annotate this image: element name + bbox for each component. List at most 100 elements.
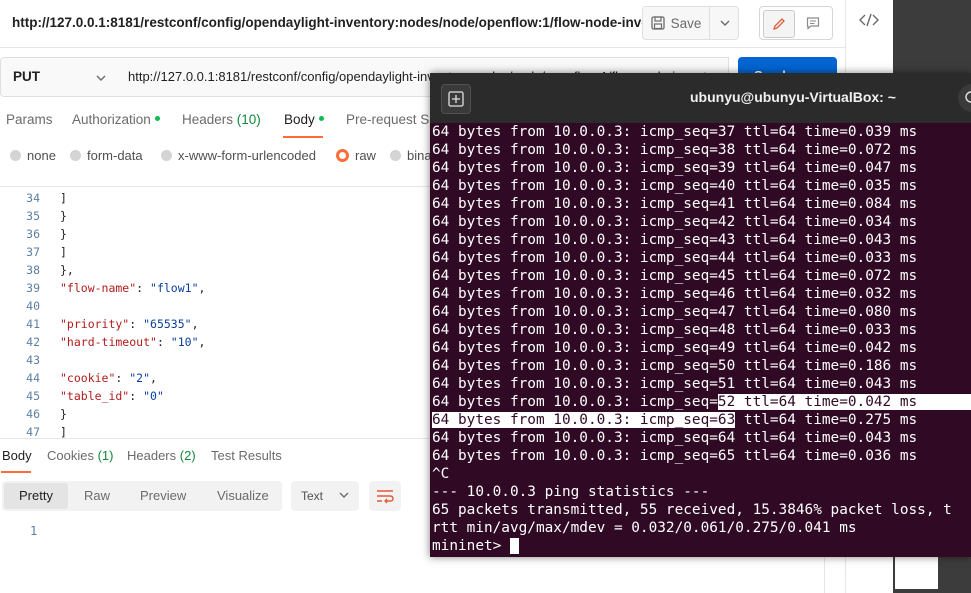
response-format-select[interactable]: Text [291,481,359,511]
json-separator: : [156,335,171,349]
request-title[interactable]: http://127.0.0.1:8181/restconf/config/op… [12,15,660,30]
body-type-binary[interactable]: bina [390,148,432,163]
response-tab-body[interactable]: Body [2,448,32,463]
code-icon [859,13,879,27]
terminal-search-button[interactable] [958,84,971,112]
new-tab-button[interactable] [441,84,471,114]
status-dot [318,115,324,121]
chevron-down-icon [96,69,106,84]
terminal-line: 64 bytes from 10.0.0.3: icmp_seq=50 ttl=… [432,358,918,374]
tab-body-label: Body [284,112,315,127]
code-snippet-button[interactable] [859,12,883,34]
terminal-line: ^C [432,466,450,482]
code-line: ] [60,191,67,205]
body-type-none[interactable]: none [10,148,56,163]
terminal-line: 64 bytes from 10.0.0.3: icmp_seq=37 ttl=… [432,124,918,140]
chevron-down-icon [339,487,349,501]
line-number: 35 [26,209,40,223]
pencil-icon [772,18,785,31]
radio-icon [161,150,172,161]
comment-icon [806,17,820,30]
terminal-titlebar[interactable]: ubunyu@ubunyu-VirtualBox: ~ [430,73,971,123]
view-mode-toggle [759,6,833,40]
tab-headers-label: Headers [182,112,234,127]
body-type-label: x-www-form-urlencoded [178,148,316,163]
search-icon [965,91,971,103]
view-raw-button[interactable]: Raw [84,488,110,503]
line-number: 47 [26,425,40,439]
terminal-line: 64 bytes from 10.0.0.3: icmp_seq=42 ttl=… [432,214,918,230]
selected-text: 52 ttl=64 time=0.042 ms [717,394,971,410]
json-key: "table_id" [60,389,130,403]
response-tab-test-results[interactable]: Test Results [211,448,282,463]
code-line: } [60,209,67,223]
response-tab-headers[interactable]: Headers (2) [127,448,196,463]
wrap-lines-button[interactable] [369,481,401,511]
tab-authorization-label: Authorization [72,112,151,127]
terminal-line: 64 bytes from 10.0.0.3: icmp_seq=65 ttl=… [432,448,918,464]
terminal-line: 64 bytes from 10.0.0.3: icmp_seq=49 ttl=… [432,340,918,356]
chevron-down-icon [720,20,729,26]
response-tab-cookies[interactable]: Cookies (1) [47,448,113,463]
json-key: "flow-name" [60,281,137,295]
save-button[interactable]: Save [643,7,709,39]
body-type-label: bina [407,148,432,163]
tab-body[interactable]: Body [284,112,324,127]
radio-icon [390,150,401,161]
method-value: PUT [13,69,40,84]
terminal-window[interactable]: ubunyu@ubunyu-VirtualBox: ~ 64 bytes fro… [430,73,971,557]
json-separator: : [136,281,151,295]
json-value: "0" [143,389,164,403]
code-line: ] [60,245,67,259]
body-type-label: raw [355,148,376,163]
line-number: 41 [26,317,40,331]
terminal-line: 64 bytes from 10.0.0.3: icmp_seq=48 ttl=… [432,322,918,338]
terminal-cursor [509,538,519,554]
terminal-line: 64 bytes from 10.0.0.3: icmp_seq=52 ttl=… [432,393,971,411]
line-number: 39 [26,281,40,295]
wrap-lines-icon [377,490,394,504]
comments-button[interactable] [798,10,828,36]
code-line: } [60,227,67,241]
method-select[interactable]: PUT [0,57,118,97]
view-pretty-button[interactable]: Pretty [4,483,68,509]
code-line: ] [60,425,67,439]
body-type-urlencoded[interactable]: x-www-form-urlencoded [161,148,316,163]
terminal-text: ttl=64 time=0.275 ms [735,412,918,428]
response-tab-cookies-count: (1) [97,448,114,463]
terminal-prompt: mininet> [432,538,510,554]
tab-params[interactable]: Params [6,112,53,127]
view-preview-button[interactable]: Preview [140,488,186,503]
tab-prerequest-script[interactable]: Pre-request Sc [346,112,436,127]
body-type-form-data[interactable]: form-data [70,148,143,163]
terminal-text: 64 bytes from 10.0.0.3: icmp_seq= [432,394,718,410]
terminal-line: mininet> [432,537,519,555]
response-view-modes: Pretty Raw Preview Visualize [2,481,282,511]
code-line: "cookie": "2", [60,371,157,385]
edit-mode-button[interactable] [763,10,795,38]
terminal-line: 64 bytes from 10.0.0.3: icmp_seq=43 ttl=… [432,232,918,248]
code-line: } [60,407,67,421]
json-separator: : [129,317,144,331]
json-value: "flow1" [150,281,199,295]
terminal-line: 64 bytes from 10.0.0.3: icmp_seq=40 ttl=… [432,178,918,194]
floppy-disk-icon [650,16,665,30]
code-line: "flow-name": "flow1", [60,281,205,295]
tab-authorization[interactable]: Authorization [72,112,160,127]
body-type-raw[interactable]: raw [336,148,376,163]
tab-headers-count: (10) [236,112,261,127]
response-tab-headers-label: Headers [127,448,177,463]
save-label: Save [670,15,702,31]
terminal-output[interactable]: 64 bytes from 10.0.0.3: icmp_seq=37 ttl=… [432,123,971,555]
tab-params-label: Params [6,112,53,127]
line-number: 38 [26,263,40,277]
view-visualize-button[interactable]: Visualize [217,488,269,503]
json-punctuation: , [191,317,199,331]
tab-headers[interactable]: Headers (10) [182,112,261,127]
save-options-button[interactable] [709,7,739,39]
line-number: 43 [26,353,40,367]
response-tab-cookies-label: Cookies [47,448,94,463]
code-line: "hard-timeout": "10", [60,335,205,349]
terminal-line: 64 bytes from 10.0.0.3: icmp_seq=51 ttl=… [432,376,918,392]
line-number: 46 [26,407,40,421]
